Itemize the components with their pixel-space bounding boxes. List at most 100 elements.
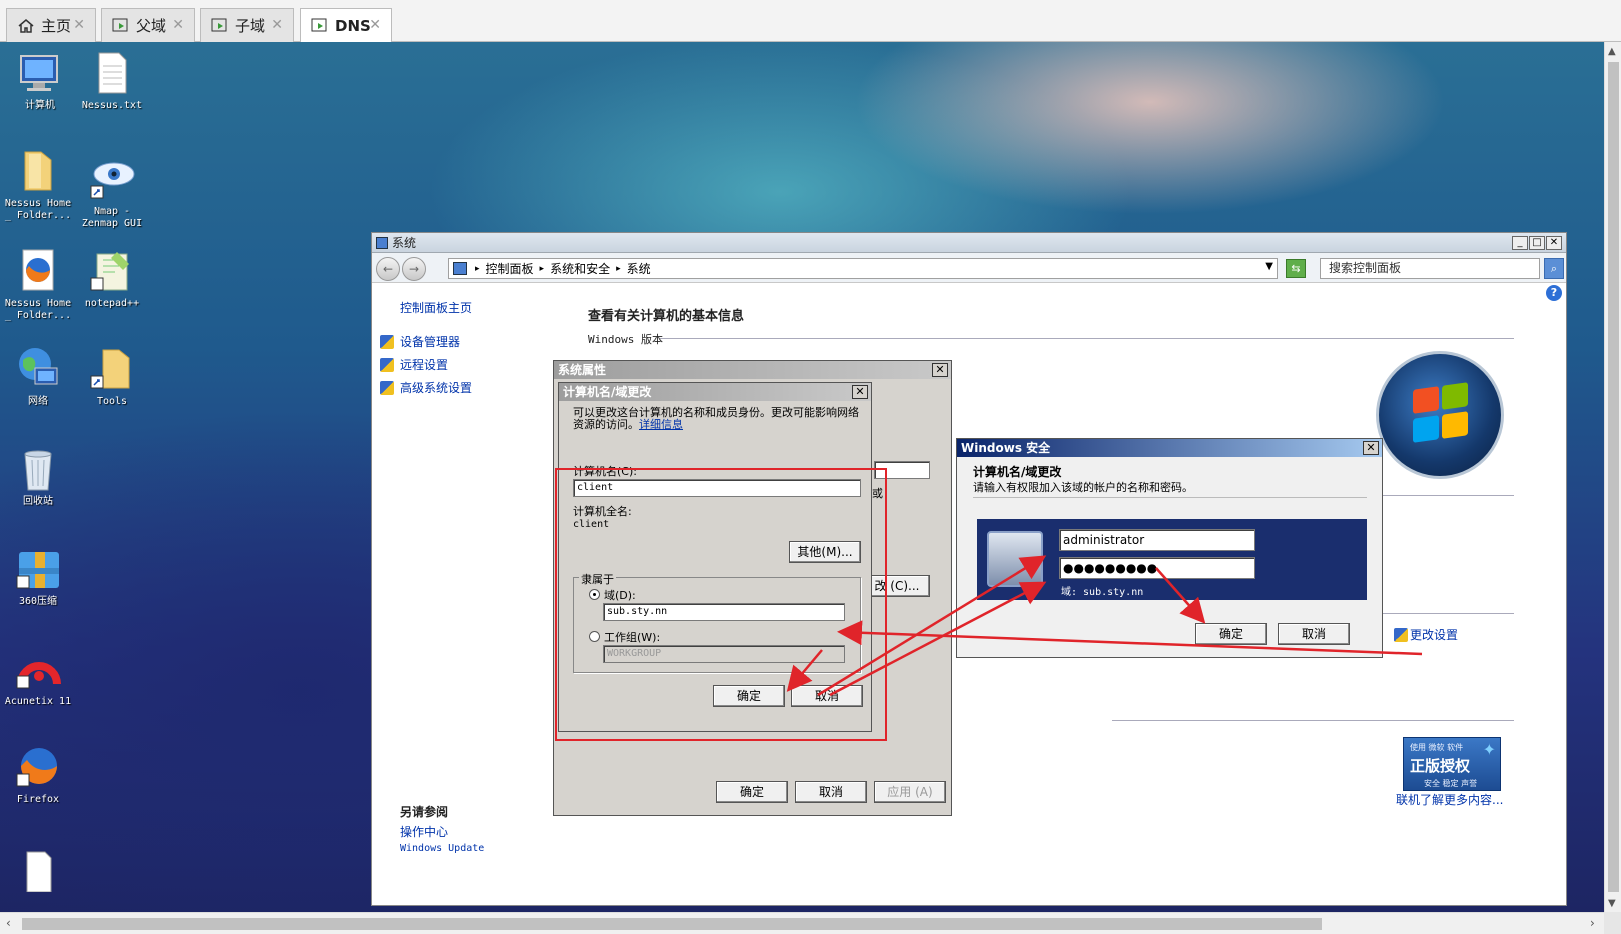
windows-logo xyxy=(1376,351,1504,479)
back-button[interactable]: ← xyxy=(376,257,400,281)
minimize-button[interactable]: _ xyxy=(1512,236,1528,250)
chevron-down-icon[interactable]: ▼ xyxy=(1265,261,1273,272)
cancel-button[interactable]: 取消 xyxy=(795,781,867,803)
system-icon xyxy=(376,236,388,249)
scroll-left-icon[interactable]: ‹ xyxy=(6,916,11,930)
desktop-icon-acunetix[interactable]: Acunetix 11 xyxy=(0,646,76,708)
vm-tab-bar: 主页 ✕ 父域 ✕ 子域 ✕ DNS ✕ xyxy=(0,0,1621,42)
ok-button[interactable]: 确定 xyxy=(716,781,788,803)
tab-parent-domain[interactable]: 父域 ✕ xyxy=(101,8,195,42)
close-icon[interactable]: ✕ xyxy=(73,17,85,33)
desktop-icon-360zip[interactable]: 360压缩 xyxy=(0,546,76,608)
desktop-icon-label: Tools xyxy=(96,396,128,407)
horizontal-scrollbar[interactable]: ‹ › xyxy=(0,912,1604,934)
nav-device-manager[interactable]: 设备管理器 xyxy=(380,333,460,350)
username-input[interactable]: administrator xyxy=(1059,529,1255,551)
credential-panel: administrator ●●●●●●●●● 域: sub.sty.nn xyxy=(977,519,1367,600)
breadcrumb[interactable]: ▸ 控制面板 ▸ 系统和安全 ▸ 系统 ▼ xyxy=(448,258,1278,279)
tab-home[interactable]: 主页 ✕ xyxy=(6,8,96,42)
firefox-icon xyxy=(15,744,61,790)
scroll-down-icon[interactable]: ▼ xyxy=(1608,898,1616,909)
desktop-icon-zenmap[interactable]: Nmap - Zenmap GUI xyxy=(74,156,150,230)
eye-shortcut-icon xyxy=(89,156,135,202)
scroll-right-icon[interactable]: › xyxy=(1590,916,1595,930)
divider xyxy=(660,338,1514,339)
link-label: 更改设置 xyxy=(1410,628,1459,642)
vertical-scrollbar[interactable]: ▲ ▼ xyxy=(1604,42,1621,912)
ok-button[interactable]: 确定 xyxy=(1195,623,1267,645)
refresh-button[interactable]: ⇆ xyxy=(1286,259,1306,278)
close-button[interactable]: ✕ xyxy=(852,385,868,399)
genuine-badge: 使用 微软 软件 正版授权 安全 稳定 声誉 ✦ xyxy=(1403,737,1501,791)
tab-dns[interactable]: DNS ✕ xyxy=(300,8,392,42)
close-icon[interactable]: ✕ xyxy=(369,17,381,33)
home-icon xyxy=(17,18,35,34)
desktop-icon-nessus-firefox[interactable]: Nessus Home _ Folder... xyxy=(0,248,76,322)
tab-label: 父域 xyxy=(136,17,167,35)
recycle-bin-icon xyxy=(15,446,61,492)
windows-edition-label: Windows 版本 xyxy=(588,333,663,346)
tab-child-domain[interactable]: 子域 ✕ xyxy=(200,8,294,42)
desktop-icon-computer[interactable]: 计算机 xyxy=(2,50,78,112)
forward-button[interactable]: → xyxy=(402,257,426,281)
tab-label: 主页 xyxy=(41,17,72,35)
maximize-button[interactable]: □ xyxy=(1529,236,1545,250)
details-link[interactable]: 详细信息 xyxy=(639,418,683,431)
description: 可以更改这台计算机的名称和成员身份。更改可能影响网络资源的访问。 xyxy=(573,406,859,431)
close-button[interactable]: ✕ xyxy=(1546,236,1562,250)
windows-security-dialog: Windows 安全 ✕ 计算机名/域更改 请输入有权限加入该域的帐户的名称和密… xyxy=(956,438,1383,658)
breadcrumb-item[interactable]: 系统和安全 xyxy=(550,260,610,277)
close-icon[interactable]: ✕ xyxy=(172,17,184,33)
desktop-icon-firefox[interactable]: Firefox xyxy=(0,744,76,806)
badge-top-text: 使用 微软 软件 xyxy=(1410,743,1464,752)
system-window-titlebar[interactable]: 系统 _ □ ✕ xyxy=(372,233,1566,253)
desktop-icon-label: 网络 xyxy=(28,396,48,407)
desktop-icon-label: notepad++ xyxy=(84,298,140,309)
window-title: 系统 xyxy=(392,236,417,250)
desktop-icon-notepadpp[interactable]: notepad++ xyxy=(74,248,150,310)
close-button[interactable]: ✕ xyxy=(1363,441,1379,455)
close-button[interactable]: ✕ xyxy=(932,363,948,377)
dialog-title: Windows 安全 xyxy=(957,439,1382,457)
desktop-icon-file[interactable] xyxy=(0,846,76,896)
nav-control-panel-home[interactable]: 控制面板主页 xyxy=(400,299,472,316)
desktop-icon-nessus-txt[interactable]: Nessus.txt xyxy=(74,50,150,112)
description-text: 可以更改这台计算机的名称和成员身份。更改可能影响网络资源的访问。详细信息 xyxy=(573,407,865,431)
desktop-icon-tools[interactable]: Tools xyxy=(74,346,150,408)
learn-more-link[interactable]: 联机了解更多内容... xyxy=(1396,791,1503,808)
control-panel-icon xyxy=(453,262,467,275)
firefox-icon xyxy=(15,248,61,294)
address-bar: ← → ▸ 控制面板 ▸ 系统和安全 ▸ 系统 ▼ ⇆ 搜索控制面板 ⌕ xyxy=(372,253,1566,283)
security-heading: 计算机名/域更改 xyxy=(973,465,1062,479)
change-settings-link[interactable]: 更改设置 xyxy=(1394,626,1458,643)
scroll-up-icon[interactable]: ▲ xyxy=(1608,46,1616,57)
desktop-icon-nessus-folder[interactable]: Nessus Home _ Folder... xyxy=(0,148,76,222)
desktop-icon-recycle-bin[interactable]: 回收站 xyxy=(0,446,76,508)
scroll-thumb[interactable] xyxy=(1608,62,1619,892)
scroll-corner xyxy=(1604,912,1621,934)
divider xyxy=(973,497,1367,498)
search-input[interactable]: 搜索控制面板 xyxy=(1320,258,1540,279)
close-icon[interactable]: ✕ xyxy=(271,17,283,33)
action-center-link[interactable]: 操作中心 xyxy=(400,823,448,840)
password-input[interactable]: ●●●●●●●●● xyxy=(1059,557,1255,579)
desktop-icon-network[interactable]: 网络 xyxy=(0,346,76,408)
nav-remote-settings[interactable]: 远程设置 xyxy=(380,356,448,373)
search-icon[interactable]: ⌕ xyxy=(1544,258,1564,279)
desktop-icon-label: 计算机 xyxy=(25,100,55,111)
apply-button[interactable]: 应用 (A) xyxy=(874,781,946,803)
divider xyxy=(1112,720,1514,721)
annotation-box xyxy=(555,468,887,741)
nav-advanced-settings[interactable]: 高级系统设置 xyxy=(380,379,472,396)
dialog-title: 系统属性 xyxy=(554,361,951,379)
cancel-button[interactable]: 取消 xyxy=(1278,623,1350,645)
desktop-icon-label: 回收站 xyxy=(23,496,53,507)
help-icon[interactable]: ? xyxy=(1546,285,1562,301)
scroll-thumb[interactable] xyxy=(22,918,1322,930)
breadcrumb-item[interactable]: 系统 xyxy=(627,260,651,277)
text-file-icon xyxy=(15,846,61,893)
shield-icon xyxy=(380,358,394,372)
badge-sub-text: 安全 稳定 声誉 xyxy=(1424,779,1478,788)
windows-update-link[interactable]: Windows Update xyxy=(400,843,484,854)
breadcrumb-item[interactable]: 控制面板 xyxy=(486,260,534,277)
